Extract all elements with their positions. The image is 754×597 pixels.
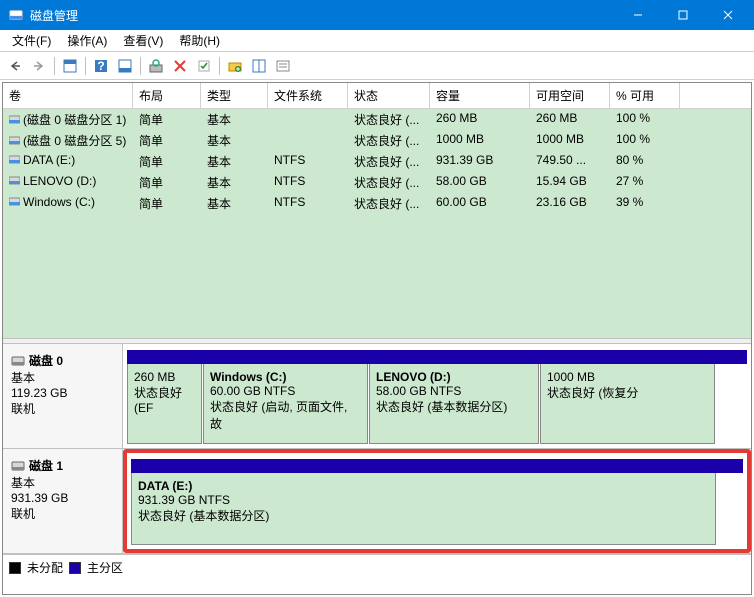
col-type[interactable]: 类型 (201, 83, 268, 108)
toolbar: ? (0, 52, 754, 80)
menu-action[interactable]: 操作(A) (59, 30, 115, 51)
partition[interactable]: 260 MB状态良好 (EF (127, 364, 202, 444)
delete-icon[interactable] (169, 55, 191, 77)
col-volume[interactable]: 卷 (3, 83, 133, 108)
legend-unallocated: 未分配 (27, 559, 63, 576)
menubar: 文件(F) 操作(A) 查看(V) 帮助(H) (0, 30, 754, 52)
volume-row[interactable]: (磁盘 0 磁盘分区 5)简单基本状态良好 (...1000 MB1000 MB… (3, 130, 751, 151)
legend: 未分配 主分区 (3, 554, 751, 580)
disk-info[interactable]: 磁盘 0基本119.23 GB联机 (3, 344, 123, 448)
partition[interactable]: Windows (C:)60.00 GB NTFS状态良好 (启动, 页面文件,… (203, 364, 368, 444)
toolbar-split-icon[interactable] (248, 55, 270, 77)
disk-row: 磁盘 1基本931.39 GB联机DATA (E:)931.39 GB NTFS… (3, 449, 751, 554)
col-free[interactable]: 可用空间 (530, 83, 610, 108)
col-status[interactable]: 状态 (348, 83, 430, 108)
window-title: 磁盘管理 (30, 7, 615, 24)
col-filesystem[interactable]: 文件系统 (268, 83, 348, 108)
legend-swatch-unallocated (9, 562, 21, 574)
volume-row[interactable]: LENOVO (D:)简单基本NTFS状态良好 (...58.00 GB15.9… (3, 172, 751, 193)
refresh-icon[interactable] (145, 55, 167, 77)
properties-icon[interactable] (272, 55, 294, 77)
volume-row[interactable]: Windows (C:)简单基本NTFS状态良好 (...60.00 GB23.… (3, 193, 751, 214)
check-icon[interactable] (193, 55, 215, 77)
partition[interactable]: LENOVO (D:)58.00 GB NTFS状态良好 (基本数据分区) (369, 364, 539, 444)
col-percent[interactable]: % 可用 (610, 83, 680, 108)
partition[interactable]: DATA (E:)931.39 GB NTFS状态良好 (基本数据分区) (131, 473, 716, 545)
toolbar-view-bottom-icon[interactable] (114, 55, 136, 77)
volume-row[interactable]: DATA (E:)简单基本NTFS状态良好 (...931.39 GB749.5… (3, 151, 751, 172)
legend-primary: 主分区 (87, 559, 123, 576)
toolbar-view-top-icon[interactable] (59, 55, 81, 77)
disk-info[interactable]: 磁盘 1基本931.39 GB联机 (3, 449, 123, 553)
app-icon (8, 7, 24, 23)
disk-row: 磁盘 0基本119.23 GB联机260 MB状态良好 (EFWindows (… (3, 344, 751, 449)
back-button[interactable] (4, 55, 26, 77)
svg-text:?: ? (97, 59, 104, 73)
folder-add-icon[interactable] (224, 55, 246, 77)
col-layout[interactable]: 布局 (133, 83, 201, 108)
disk-partitions: 260 MB状态良好 (EFWindows (C:)60.00 GB NTFS状… (123, 344, 751, 448)
volume-list-pane[interactable]: 卷 布局 类型 文件系统 状态 容量 可用空间 % 可用 (磁盘 0 磁盘分区 … (3, 83, 751, 338)
partition[interactable]: 1000 MB状态良好 (恢复分 (540, 364, 715, 444)
help-icon[interactable]: ? (90, 55, 112, 77)
disk-graphic-pane[interactable]: 磁盘 0基本119.23 GB联机260 MB状态良好 (EFWindows (… (3, 344, 751, 594)
volume-header-row: 卷 布局 类型 文件系统 状态 容量 可用空间 % 可用 (3, 83, 751, 109)
titlebar: 磁盘管理 (0, 0, 754, 30)
content-area: 卷 布局 类型 文件系统 状态 容量 可用空间 % 可用 (磁盘 0 磁盘分区 … (2, 82, 752, 595)
disk-partitions: DATA (E:)931.39 GB NTFS状态良好 (基本数据分区) (123, 449, 751, 553)
menu-view[interactable]: 查看(V) (115, 30, 171, 51)
col-capacity[interactable]: 容量 (430, 83, 530, 108)
menu-file[interactable]: 文件(F) (4, 30, 59, 51)
menu-help[interactable]: 帮助(H) (171, 30, 228, 51)
minimize-button[interactable] (615, 0, 660, 30)
close-button[interactable] (705, 0, 750, 30)
maximize-button[interactable] (660, 0, 705, 30)
legend-swatch-primary (69, 562, 81, 574)
forward-button[interactable] (28, 55, 50, 77)
volume-row[interactable]: (磁盘 0 磁盘分区 1)简单基本状态良好 (...260 MB260 MB10… (3, 109, 751, 130)
